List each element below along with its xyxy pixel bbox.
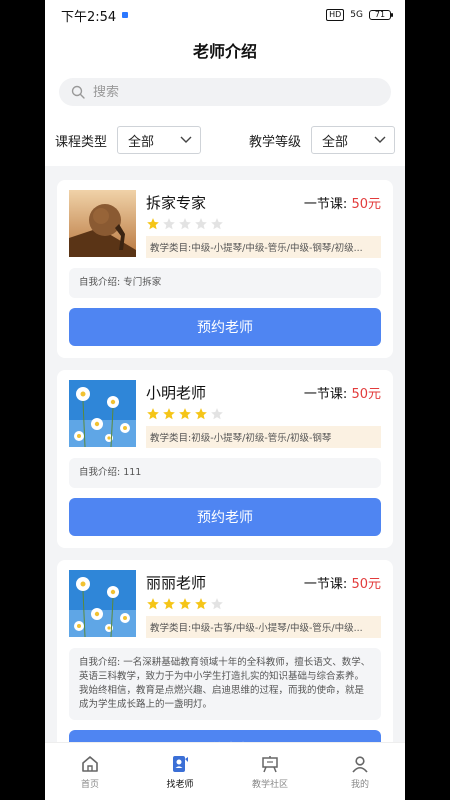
- star-icon: [147, 218, 159, 230]
- price-value: 50元: [351, 387, 381, 402]
- chevron-down-icon: [180, 136, 192, 143]
- star-icon: [163, 408, 175, 420]
- subjects-tag: 教学类目:中级-小提琴/中级-管乐/中级-钢琴/初级...: [146, 236, 381, 258]
- price: 一节课: 50元: [304, 573, 381, 592]
- star-icon: [195, 408, 207, 420]
- status-time: 下午2:54: [61, 9, 117, 25]
- price: 一节课: 50元: [304, 383, 381, 402]
- star-icon: [211, 218, 223, 230]
- star-icon: [163, 218, 175, 230]
- tab-community-label: 教学社区: [251, 779, 288, 790]
- teaching-level-select[interactable]: 全部: [311, 126, 395, 154]
- price: 一节课: 50元: [304, 193, 381, 212]
- teacher-list: 拆家专家 一节课: 50元 教学类目:中级-小提琴/中级-管乐/中级-钢琴/初级…: [45, 166, 405, 780]
- star-icon: [211, 408, 223, 420]
- tab-find-teacher[interactable]: 找老师: [140, 754, 220, 790]
- star-icon: [179, 598, 191, 610]
- star-icon: [147, 598, 159, 610]
- book-teacher-button[interactable]: 预约老师: [69, 308, 381, 346]
- tab-community[interactable]: 教学社区: [230, 754, 310, 790]
- teacher-intro: 自我介绍: 专门拆家: [69, 268, 381, 298]
- user-icon: [352, 755, 368, 773]
- phone-screen: 下午2:54 HD 5G 71 老师介绍 课程类型 全部: [45, 0, 405, 800]
- search-icon: [71, 85, 85, 99]
- star-icon: [211, 598, 223, 610]
- book-teacher-button[interactable]: 预约老师: [69, 498, 381, 536]
- teacher-photo: [69, 570, 136, 637]
- teacher-icon: [173, 755, 188, 772]
- price-value: 50元: [351, 197, 381, 212]
- status-bar: 下午2:54 HD 5G 71: [45, 0, 405, 30]
- bottom-tab-bar: 首页 找老师 教学社区 我的: [45, 742, 405, 800]
- subjects-tag: 教学类目:初级-小提琴/初级-管乐/初级-钢琴: [146, 426, 381, 448]
- teacher-name: 拆家专家: [146, 194, 207, 212]
- search-bar[interactable]: [59, 78, 391, 106]
- teacher-name: 小明老师: [146, 384, 207, 402]
- page-title: 老师介绍: [192, 42, 257, 61]
- price-label: 一节课:: [303, 387, 348, 402]
- filter-bar: 课程类型 全部 教学等级 全部: [45, 114, 405, 166]
- rating-stars: [146, 597, 381, 611]
- tab-mine-label: 我的: [350, 779, 369, 790]
- price-value: 50元: [351, 577, 381, 592]
- header: 老师介绍: [45, 30, 405, 70]
- battery-level: 71: [374, 10, 386, 19]
- teacher-photo: [69, 380, 136, 447]
- teacher-photo: [69, 190, 136, 257]
- tab-home[interactable]: 首页: [50, 754, 130, 790]
- network-label: 5G: [350, 10, 363, 20]
- course-type-label: 课程类型: [55, 134, 108, 150]
- teacher-card[interactable]: 拆家专家 一节课: 50元 教学类目:中级-小提琴/中级-管乐/中级-钢琴/初级…: [57, 180, 393, 358]
- tab-mine[interactable]: 我的: [320, 754, 400, 790]
- star-icon: [163, 598, 175, 610]
- star-icon: [147, 408, 159, 420]
- chevron-down-icon: [374, 136, 386, 143]
- price-label: 一节课:: [303, 197, 348, 212]
- star-icon: [179, 218, 191, 230]
- star-icon: [195, 598, 207, 610]
- notification-icon: [122, 12, 129, 18]
- course-type-value: 全部: [128, 134, 155, 150]
- home-icon: [82, 755, 98, 772]
- price-label: 一节课:: [303, 577, 348, 592]
- teacher-card[interactable]: 小明老师 一节课: 50元 教学类目:初级-小提琴/初级-管乐/初级-钢琴 自我…: [57, 370, 393, 548]
- tab-find-teacher-label: 找老师: [166, 779, 194, 790]
- hd-icon: HD: [326, 9, 345, 21]
- star-icon: [195, 218, 207, 230]
- rating-stars: [146, 217, 381, 231]
- course-type-select[interactable]: 全部: [117, 126, 202, 154]
- tab-home-label: 首页: [80, 779, 99, 790]
- teacher-name: 丽丽老师: [146, 574, 207, 592]
- rating-stars: [146, 407, 381, 421]
- teaching-level-value: 全部: [322, 134, 349, 150]
- teacher-intro: 自我介绍: 一名深耕基础教育领域十年的全科教师，擅长语文、数学、英语三科教学，致…: [69, 648, 381, 720]
- battery-icon: 71: [369, 10, 393, 20]
- star-icon: [179, 408, 191, 420]
- search-input[interactable]: [93, 84, 353, 100]
- subjects-tag: 教学类目:中级-古筝/中级-小提琴/中级-管乐/中级...: [146, 616, 381, 638]
- teaching-level-label: 教学等级: [248, 134, 301, 150]
- teacher-intro: 自我介绍: 111: [69, 458, 381, 488]
- easel-icon: [262, 755, 278, 772]
